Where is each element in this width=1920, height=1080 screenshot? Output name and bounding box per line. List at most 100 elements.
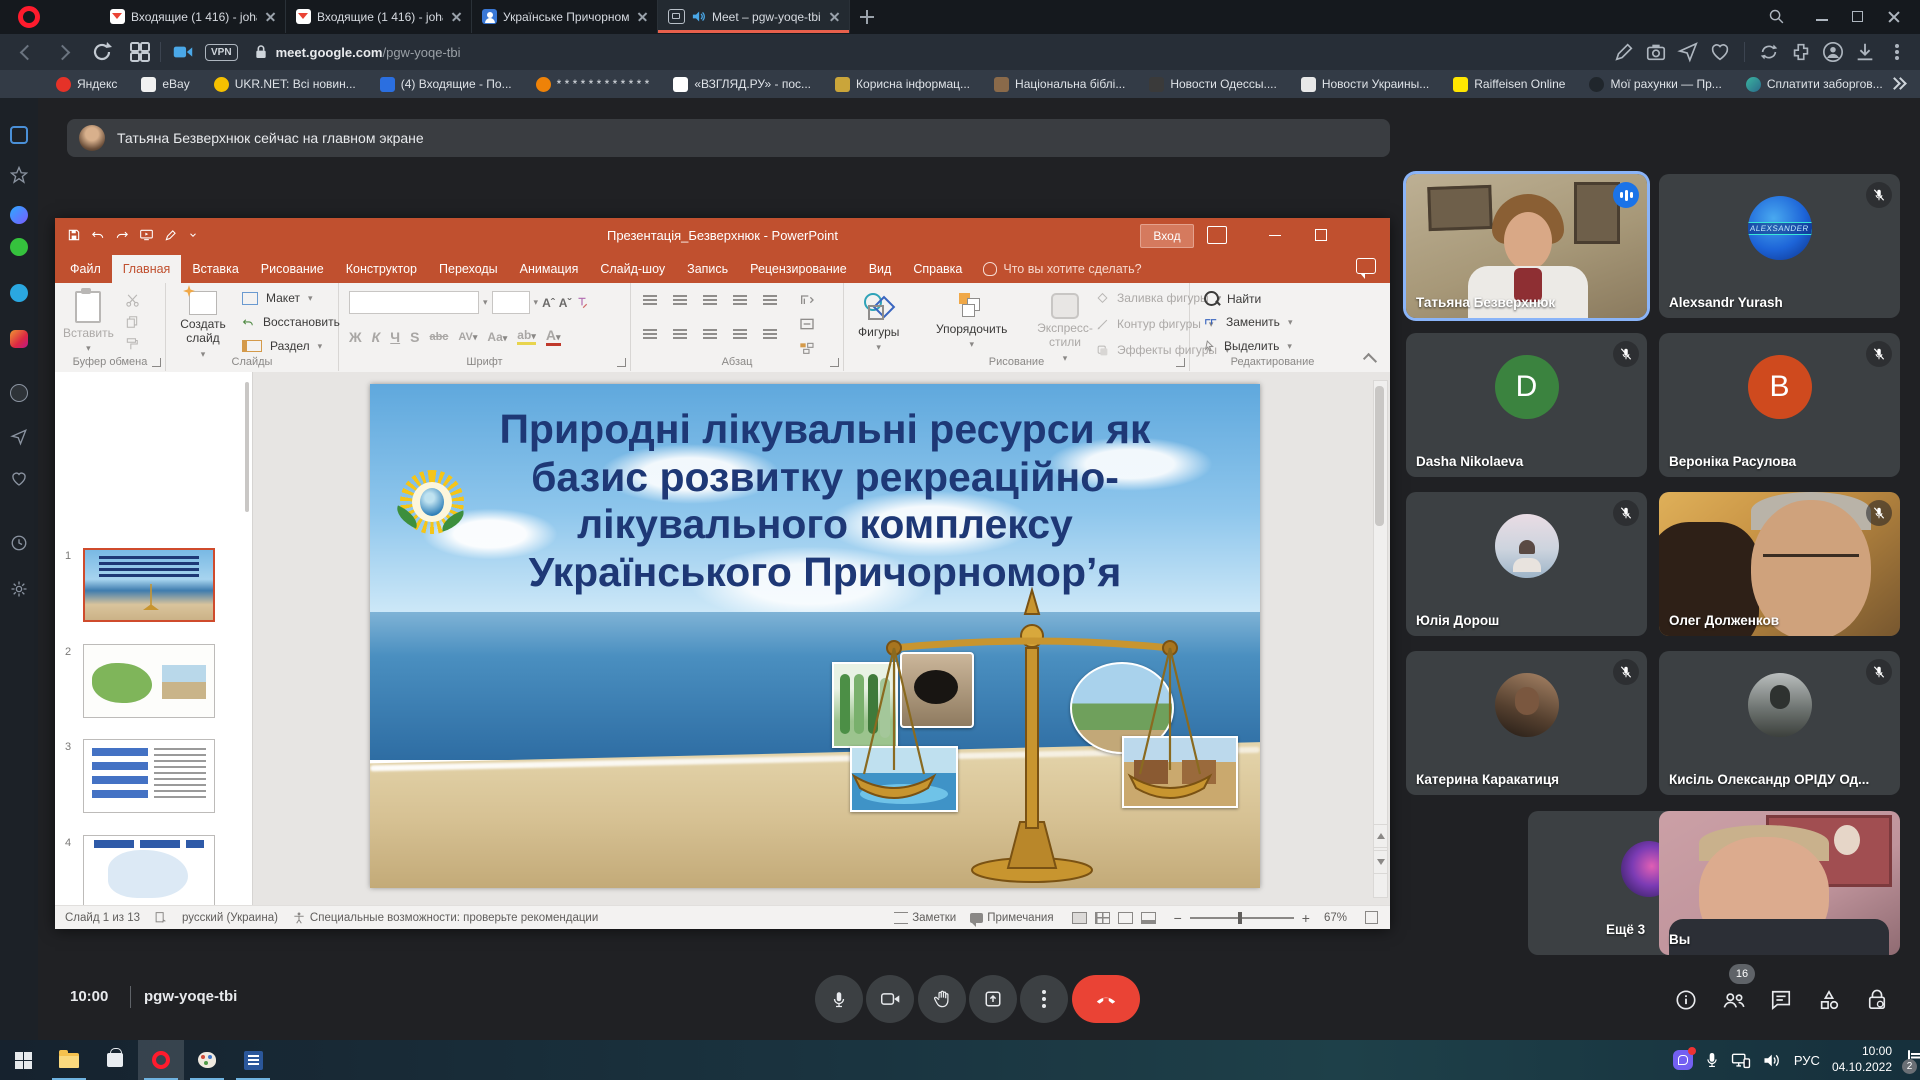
start-button[interactable] (0, 1040, 46, 1080)
taskbar-store[interactable] (92, 1040, 138, 1080)
bookmark-library[interactable]: Національна біблі... (994, 77, 1125, 92)
bookmark-ukrnet[interactable]: UKR.NET: Всі новин... (214, 77, 356, 92)
lock-icon[interactable] (254, 44, 268, 60)
tray-clock[interactable]: 10:00 04.10.2022 (1832, 1044, 1892, 1075)
bookmarks-star-icon[interactable] (10, 166, 28, 184)
speed-dial-grid-icon[interactable] (128, 40, 152, 64)
url-host[interactable]: meet.google.com (276, 45, 383, 60)
player-icon[interactable] (10, 384, 28, 402)
messenger-icon[interactable] (10, 206, 28, 224)
bookmark-ukraine-news[interactable]: Новости Украины... (1301, 77, 1429, 92)
bookmark-heart-icon[interactable] (1709, 41, 1731, 63)
bookmark-vzglyad[interactable]: «ВЗГЛЯД.РУ» - пос... (673, 77, 811, 92)
tab-close-icon[interactable] (449, 9, 465, 25)
host-controls-icon[interactable] (1865, 988, 1889, 1012)
edit-pencil-icon[interactable] (1613, 41, 1635, 63)
taskbar-word[interactable] (230, 1040, 276, 1080)
window-maximize-button[interactable] (1852, 11, 1863, 22)
back-icon[interactable] (14, 40, 38, 64)
speed-dial-icon[interactable] (10, 126, 28, 144)
raiffeisen-favicon-icon (1453, 77, 1468, 92)
tab-close-icon[interactable] (635, 9, 651, 25)
shapes-button: Фигуры▾ (858, 285, 899, 353)
self-view-tile[interactable]: Вы (1659, 811, 1900, 955)
camera-allowed-icon[interactable] (173, 44, 193, 60)
whatsapp-icon[interactable] (10, 238, 28, 256)
bookmark-odessa-news[interactable]: Новости Одессы.... (1149, 77, 1277, 92)
extensions-puzzle-icon[interactable] (1790, 41, 1812, 63)
ink-pen-icon (164, 228, 178, 242)
send-to-flow-icon[interactable] (1677, 41, 1699, 63)
present-button[interactable] (969, 975, 1017, 1023)
participant-tile-kysil[interactable]: Кисіль Олександр ОРІДУ Од... (1659, 651, 1900, 795)
new-slide-button: Создать слайд▾ (172, 283, 234, 360)
italic-button: К (372, 329, 381, 345)
bookmark-ebay[interactable]: eBay (141, 77, 189, 92)
browser-tab-meet-active[interactable]: Meet – pgw-yoqe-tbi (658, 0, 850, 33)
snapshot-camera-icon[interactable] (1645, 41, 1667, 63)
reload-icon[interactable] (90, 40, 114, 64)
participant-tile-yulia[interactable]: Юлія Дорош (1406, 492, 1647, 636)
tab-search-icon[interactable] (1768, 8, 1785, 25)
chat-icon[interactable] (1769, 988, 1793, 1012)
taskbar-opera[interactable] (138, 1040, 184, 1080)
url-path[interactable]: /pgw-yoqe-tbi (382, 45, 460, 60)
activities-icon[interactable] (1817, 988, 1841, 1012)
raise-hand-button[interactable] (918, 975, 966, 1023)
tray-network-icon[interactable] (1731, 1052, 1751, 1069)
window-close-button[interactable] (1886, 9, 1902, 25)
history-icon[interactable] (10, 534, 28, 552)
taskbar-file-explorer[interactable] (46, 1040, 92, 1080)
camera-button[interactable] (866, 975, 914, 1023)
participant-tile-dasha[interactable]: D Dasha Nikolaeva (1406, 333, 1647, 477)
shared-screen-powerpoint[interactable]: Презентація_Безверхнюк - PowerPoint Вход… (55, 218, 1390, 928)
mic-button[interactable] (815, 975, 863, 1023)
instagram-icon[interactable] (10, 330, 28, 348)
new-tab-button[interactable] (858, 8, 876, 26)
tab-close-icon[interactable] (263, 9, 279, 25)
downloads-icon[interactable] (1854, 41, 1876, 63)
ribbon-tab-bar: Файл Главная Вставка Рисование Конструкт… (55, 252, 1390, 283)
bookmark-ok[interactable]: * * * * * * * * * * * * (536, 77, 650, 92)
browser-tab-3[interactable]: Українське Причорномор (472, 0, 658, 33)
action-center[interactable]: 2 (1908, 1051, 1910, 1069)
bookmark-yandex[interactable]: Яндекс (56, 77, 117, 92)
profile-avatar-icon[interactable] (1822, 41, 1844, 63)
people-icon[interactable] (1722, 988, 1746, 1012)
info-icon[interactable] (1674, 988, 1698, 1012)
keyboard-language[interactable]: РУС (1794, 1053, 1820, 1068)
more-options-button[interactable] (1020, 975, 1068, 1023)
bookmarks-overflow-icon[interactable] (1890, 78, 1904, 90)
bookmark-pay-debt[interactable]: Сплатити заборгов... (1746, 77, 1883, 92)
favorites-heart-icon[interactable] (10, 470, 28, 488)
participant-tile-veronika[interactable]: B Вероніка Расулова (1659, 333, 1900, 477)
tab-close-icon[interactable] (827, 9, 843, 25)
sync-icon[interactable] (1758, 41, 1780, 63)
tray-volume-icon[interactable] (1763, 1052, 1782, 1069)
forward-icon[interactable] (52, 40, 76, 64)
vpn-badge[interactable]: VPN (205, 44, 238, 61)
my-flow-icon[interactable] (10, 428, 28, 446)
bookmark-accounts[interactable]: Мої рахунки — Пр... (1589, 77, 1721, 92)
participant-avatar (1495, 514, 1559, 578)
bookmark-raiffeisen[interactable]: Raiffeisen Online (1453, 77, 1565, 92)
browser-menu-icon[interactable] (1886, 41, 1908, 63)
participant-tile-katerina[interactable]: Катерина Каракатиця (1406, 651, 1647, 795)
taskbar-paint[interactable] (184, 1040, 230, 1080)
bookmark-korysna[interactable]: Корисна інформац... (835, 77, 970, 92)
viber-tray-icon[interactable] (1673, 1050, 1693, 1070)
participant-tile-oleg[interactable]: Олег Долженков (1659, 492, 1900, 636)
browser-tab-1[interactable]: Входящие (1 416) - johama (100, 0, 286, 33)
bookmark-mail[interactable]: (4) Входящие - По... (380, 77, 512, 92)
previous-slide-button (1373, 824, 1388, 848)
telegram-icon[interactable] (10, 284, 28, 302)
tray-mic-icon[interactable] (1705, 1051, 1719, 1069)
browser-tab-2[interactable]: Входящие (1 416) - johama (286, 0, 472, 33)
opera-menu-icon[interactable] (18, 6, 40, 28)
participant-tile-alexsandr[interactable]: ALEXSANDER Alexsandr Yurash (1659, 174, 1900, 318)
settings-gear-icon[interactable] (10, 580, 28, 598)
participant-tile-tatyana[interactable]: Татьяна Безверхнюк (1406, 174, 1647, 318)
end-call-button[interactable] (1072, 975, 1140, 1023)
window-minimize-button[interactable] (1816, 9, 1828, 21)
font-dialog-launcher-icon (617, 358, 626, 367)
